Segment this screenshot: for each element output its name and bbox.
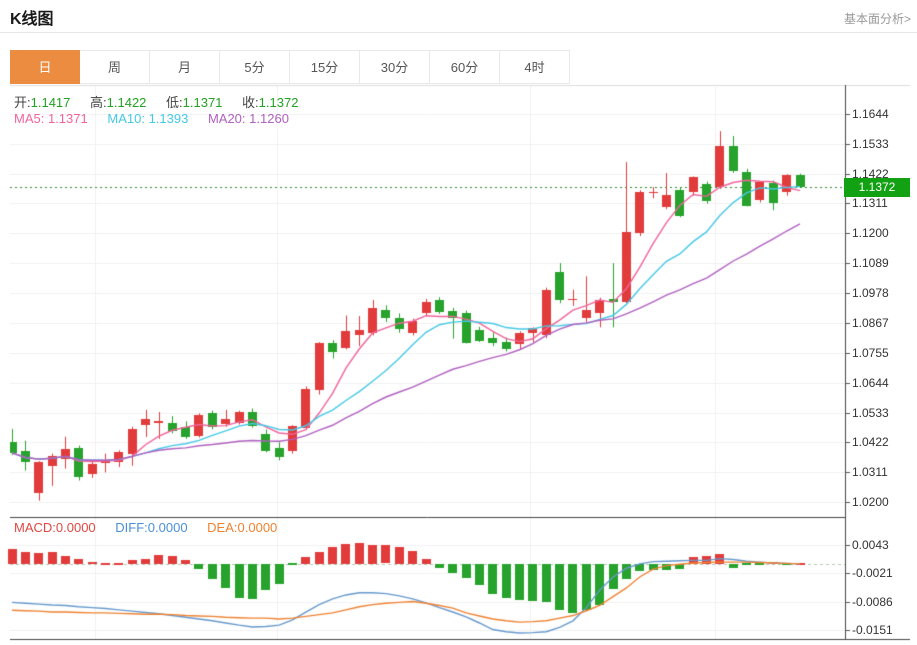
macd-axis-label: -0.0086 (852, 594, 893, 610)
diff-value: 0.0000 (148, 520, 188, 535)
price-axis-label: 1.0533 (852, 405, 889, 421)
diff-legend: DIFF:0.0000 (115, 520, 187, 535)
ma20-value: 1.1260 (249, 111, 289, 126)
ohlc-high-value: 1.1422 (107, 95, 147, 110)
diff-label: DIFF: (115, 520, 148, 535)
ma-row: MA5: 1.1371 MA10: 1.1393 MA20: 1.1260 (14, 111, 305, 126)
ma10-label: MA10: (107, 111, 145, 126)
price-axis-label: 1.1422 (852, 166, 889, 182)
ma5-legend: MA5: 1.1371 (14, 111, 88, 126)
ohlc-close: 收:1.1372 (242, 95, 298, 110)
ohlc-open-label: 开: (14, 95, 31, 110)
price-axis-label: 1.0422 (852, 434, 889, 450)
macd-row: MACD:0.0000 DIFF:0.0000 DEA:0.0000 (14, 520, 293, 535)
price-axis-label: 1.1200 (852, 225, 889, 241)
macd-value: 0.0000 (56, 520, 96, 535)
price-axis-label: 1.1089 (852, 255, 889, 271)
price-axis-label: 1.0867 (852, 315, 889, 331)
price-axis-label: 1.0311 (852, 464, 888, 480)
price-axis-label: 1.0644 (852, 375, 889, 391)
macd-legend: MACD:0.0000 (14, 520, 96, 535)
dea-label: DEA: (207, 520, 237, 535)
ohlc-low-label: 低: (166, 95, 183, 110)
ohlc-high-label: 高: (90, 95, 107, 110)
ohlc-low-value: 1.1371 (183, 95, 223, 110)
ma20-legend: MA20: 1.1260 (208, 111, 289, 126)
price-axis-label: 1.0978 (852, 285, 889, 301)
price-axis-label: 1.0755 (852, 345, 889, 361)
ma20-label: MA20: (208, 111, 246, 126)
ohlc-low: 低:1.1371 (166, 95, 222, 110)
ma5-value: 1.1371 (48, 111, 88, 126)
ma5-label: MA5: (14, 111, 44, 126)
dea-value: 0.0000 (238, 520, 278, 535)
price-axis-label: 1.0200 (852, 494, 889, 510)
ohlc-open-value: 1.1417 (31, 95, 71, 110)
ohlc-close-label: 收: (242, 95, 259, 110)
macd-label: MACD: (14, 520, 56, 535)
macd-axis-label: -0.0021 (852, 565, 893, 581)
macd-axis-label: -0.0151 (852, 622, 893, 638)
ohlc-high: 高:1.1422 (90, 95, 146, 110)
ohlc-open: 开:1.1417 (14, 95, 70, 110)
ma10-legend: MA10: 1.1393 (107, 111, 188, 126)
kline-page: K线图 基本面分析> 日周月5分15分30分60分4时 开:1.1417 高:1… (0, 0, 917, 645)
ohlc-row: 开:1.1417 高:1.1422 低:1.1371 收:1.1372 (14, 92, 314, 111)
ohlc-close-value: 1.1372 (259, 95, 299, 110)
macd-axis-label: 0.0043 (852, 537, 889, 553)
price-axis-label: 1.1644 (852, 106, 889, 122)
ma10-value: 1.1393 (149, 111, 189, 126)
dea-legend: DEA:0.0000 (207, 520, 277, 535)
price-axis-label: 1.1533 (852, 136, 889, 152)
price-axis-label: 1.1311 (852, 195, 888, 211)
